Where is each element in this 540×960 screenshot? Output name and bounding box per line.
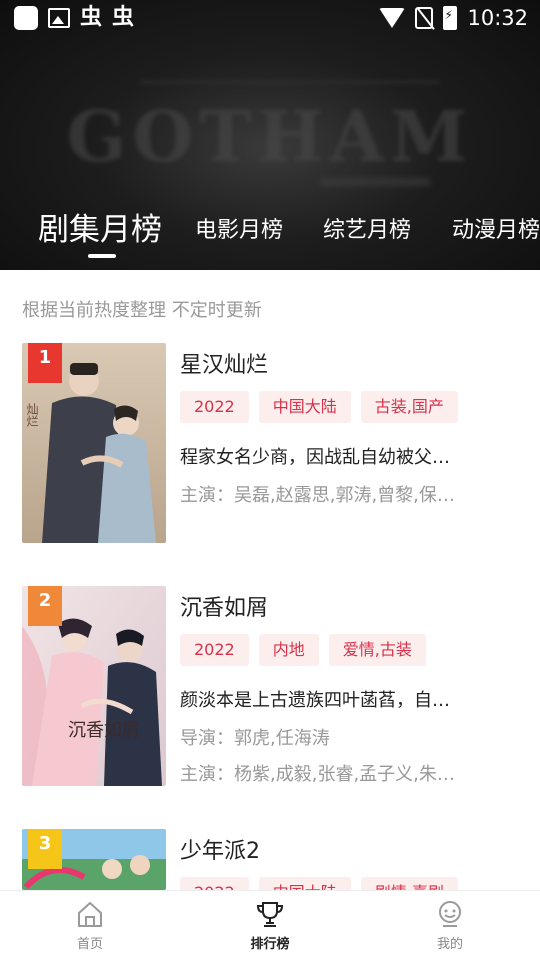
nav-profile-label: 我的 bbox=[436, 937, 463, 952]
region-tag: 中国大陆 bbox=[258, 877, 351, 890]
trophy-icon bbox=[255, 899, 285, 929]
tag-group: 2022 中国大陆 古装,国产 bbox=[180, 391, 458, 423]
bug-notification-icon: 虫 bbox=[112, 5, 135, 30]
tab-series-monthly[interactable]: 剧集月榜 bbox=[38, 204, 162, 249]
tag-group: 2022 内地 爱情,古装 bbox=[180, 634, 426, 666]
banner-background-text: GOTHAM bbox=[66, 95, 474, 178]
item-cast: 主演：吴磊,赵露思,郭涛,曾黎,保… bbox=[180, 485, 455, 506]
notification-app-icon bbox=[14, 6, 38, 30]
tab-variety-monthly[interactable]: 综艺月榜 bbox=[323, 212, 411, 244]
status-time: 10:32 bbox=[467, 6, 528, 30]
genre-tag: 剧情,喜剧 bbox=[360, 877, 458, 890]
rank-badge: 1 bbox=[28, 343, 62, 383]
poster-image[interactable]: 3 bbox=[22, 829, 166, 890]
banner-decoration bbox=[320, 178, 430, 186]
genre-tag: 爱情,古装 bbox=[328, 634, 426, 666]
banner-decoration bbox=[140, 80, 440, 84]
rank-badge: 3 bbox=[28, 829, 62, 869]
item-title[interactable]: 沉香如屑 bbox=[180, 590, 268, 622]
poster-image[interactable]: 灿烂 1 bbox=[22, 343, 166, 543]
status-bar: 虫 虫 10:32 bbox=[0, 0, 540, 38]
nav-home[interactable]: 首页 bbox=[30, 899, 150, 952]
nav-profile[interactable]: 我的 bbox=[390, 899, 510, 952]
header-banner: GOTHAM 虫 虫 10:32 剧集月榜 电影月榜 综艺月榜 动漫月榜 bbox=[0, 0, 540, 270]
tab-anime-monthly[interactable]: 动漫月榜 bbox=[452, 212, 540, 244]
tab-movie-monthly[interactable]: 电影月榜 bbox=[195, 212, 283, 244]
rank-badge: 2 bbox=[28, 586, 62, 626]
region-tag: 内地 bbox=[258, 634, 319, 666]
poster-calligraphy: 沉香如屑 bbox=[68, 720, 140, 741]
year-tag: 2022 bbox=[180, 634, 249, 666]
active-tab-indicator bbox=[88, 254, 116, 258]
item-director: 导演：郭虎,任海涛 bbox=[180, 728, 330, 749]
home-icon bbox=[75, 899, 105, 929]
battery-charging-icon bbox=[443, 6, 458, 30]
poster-image[interactable]: 沉香如屑 2 bbox=[22, 586, 166, 786]
ranking-note: 根据当前热度整理 不定时更新 bbox=[22, 300, 262, 321]
item-description: 颜淡本是上古遗族四叶菡萏，自… bbox=[180, 690, 450, 711]
profile-icon bbox=[435, 899, 465, 929]
region-tag: 中国大陆 bbox=[258, 391, 351, 423]
image-notification-icon bbox=[48, 8, 70, 28]
list-item[interactable]: 3 少年派2 2022 中国大陆 剧情,喜剧 bbox=[22, 829, 522, 890]
nav-ranking[interactable]: 排行榜 bbox=[210, 899, 330, 952]
year-tag: 2022 bbox=[180, 877, 249, 890]
no-sim-icon bbox=[415, 7, 434, 29]
genre-tag: 古装,国产 bbox=[360, 391, 458, 423]
wifi-icon bbox=[379, 8, 406, 28]
bottom-navigation: 首页 排行榜 我的 bbox=[0, 890, 540, 960]
poster-calligraphy: 灿烂 bbox=[25, 403, 39, 427]
tag-group: 2022 中国大陆 剧情,喜剧 bbox=[180, 877, 458, 890]
ranking-tabs: 剧集月榜 电影月榜 综艺月榜 动漫月榜 bbox=[0, 200, 540, 270]
bug-notification-icon: 虫 bbox=[80, 5, 103, 30]
nav-ranking-label: 排行榜 bbox=[250, 937, 290, 952]
nav-home-label: 首页 bbox=[76, 937, 103, 952]
item-title[interactable]: 少年派2 bbox=[180, 833, 260, 865]
list-item[interactable]: 灿烂 1 星汉灿烂 2022 中国大陆 古装,国产 程家女名少商，因战乱自幼被父… bbox=[22, 343, 522, 543]
item-description: 程家女名少商，因战乱自幼被父… bbox=[180, 447, 450, 468]
item-title[interactable]: 星汉灿烂 bbox=[180, 347, 268, 379]
item-cast: 主演：杨紫,成毅,张睿,孟子义,朱… bbox=[180, 764, 455, 785]
list-item[interactable]: 沉香如屑 2 沉香如屑 2022 内地 爱情,古装 颜淡本是上古遗族四叶菡萏，自… bbox=[22, 586, 522, 786]
year-tag: 2022 bbox=[180, 391, 249, 423]
